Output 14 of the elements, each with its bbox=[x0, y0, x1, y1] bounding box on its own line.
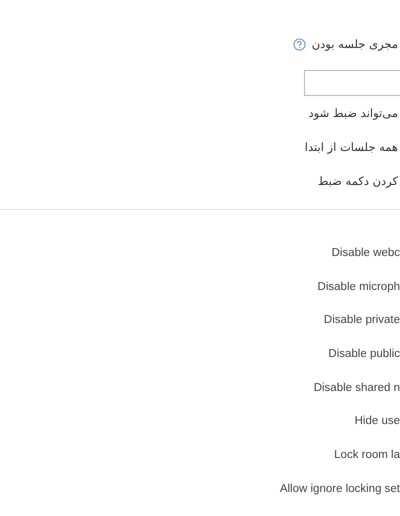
help-icon[interactable] bbox=[292, 38, 306, 50]
setting-label: Disable shared n bbox=[314, 382, 400, 394]
setting-label: Allow ignore locking set bbox=[280, 482, 400, 495]
setting-label: کردن دکمه ضبط bbox=[318, 174, 398, 188]
setting-label: Disable webc bbox=[332, 246, 400, 259]
setting-label: می‌تواند ضبط شود bbox=[308, 106, 398, 120]
setting-label: همه جلسات از ابتدا bbox=[304, 140, 398, 154]
setting-label: مجری جلسه بودن bbox=[312, 37, 398, 51]
input-field[interactable] bbox=[304, 70, 400, 96]
setting-label: Hide use bbox=[354, 415, 400, 428]
setting-label: Lock room la bbox=[334, 448, 400, 461]
setting-label: Disable public bbox=[328, 348, 400, 360]
setting-label: Disable private bbox=[324, 314, 400, 326]
setting-label: Disable microph bbox=[318, 280, 400, 293]
